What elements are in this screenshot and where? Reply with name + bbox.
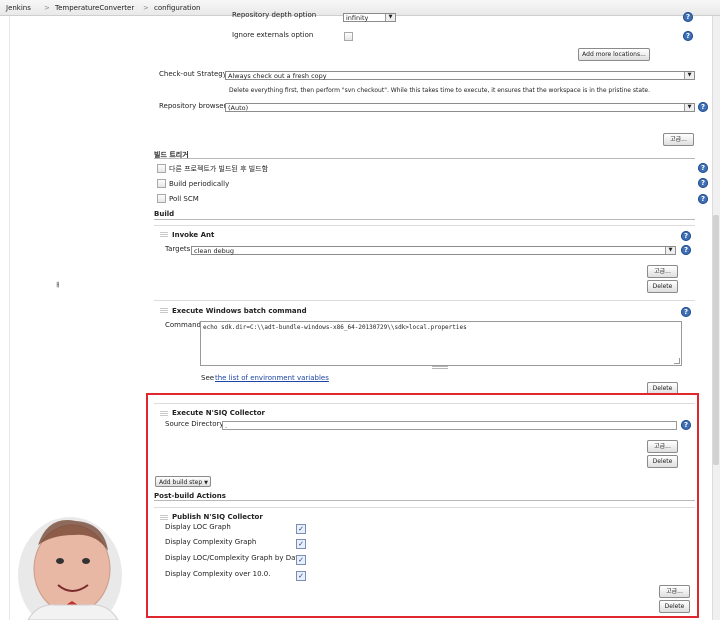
ignore-externals-checkbox[interactable]	[344, 32, 353, 41]
drag-handle-icon[interactable]	[160, 411, 168, 417]
option-loc-complexity-day-checkbox[interactable]: ✓	[296, 555, 306, 565]
nsiq-delete-button[interactable]: Delete	[647, 455, 678, 468]
chevron-down-icon: ▼	[665, 247, 675, 254]
trigger-poll-scm-label: Poll SCM	[169, 195, 199, 203]
help-icon[interactable]: ?	[683, 12, 693, 22]
env-see-label: See	[201, 374, 215, 382]
help-icon[interactable]: ?	[698, 194, 708, 204]
step-divider	[154, 507, 695, 508]
section-divider	[154, 500, 695, 501]
step-divider	[154, 225, 695, 226]
option-loc-graph-checkbox[interactable]: ✓	[296, 524, 306, 534]
help-icon[interactable]: ?	[698, 102, 708, 112]
chevron-down-icon: ▼	[204, 480, 208, 486]
ignore-externals-label: Ignore externals option	[232, 31, 314, 39]
help-icon[interactable]: ?	[698, 178, 708, 188]
command-label: Command	[165, 321, 201, 329]
source-directory-label: Source Directory	[165, 420, 224, 428]
add-build-step-label: Add build step	[159, 479, 203, 486]
invoke-ant-title: Invoke Ant	[172, 231, 215, 239]
checkout-strategy-select[interactable]: Always check out a fresh copy ▼	[225, 71, 695, 80]
checkout-strategy-description: Delete everything first, then perform "s…	[229, 87, 651, 94]
option-loc-graph-label: Display LOC Graph	[165, 523, 231, 531]
publish-advanced-button[interactable]: 고급...	[659, 585, 690, 598]
post-build-title: Post-build Actions	[154, 492, 226, 500]
env-variables-link[interactable]: the list of environment variables	[215, 374, 329, 382]
add-more-locations-button[interactable]: Add more locations...	[578, 48, 650, 61]
checkout-strategy-label: Check-out Strategy	[159, 70, 227, 78]
breadcrumb-item-project[interactable]: TemperatureConverter	[55, 4, 134, 12]
ant-advanced-button[interactable]: 고급...	[647, 265, 678, 278]
help-icon[interactable]: ?	[698, 163, 708, 173]
batch-command-title: Execute Windows batch command	[172, 307, 307, 315]
option-loc-complexity-day-label: Display LOC/Complexity Graph by Day	[165, 554, 300, 562]
textarea-resize-handle[interactable]	[432, 366, 448, 369]
ant-delete-button[interactable]: Delete	[647, 280, 678, 293]
publish-nsiq-title: Publish N'SIQ Collector	[172, 513, 263, 521]
step-divider	[154, 300, 695, 301]
targets-value: clean debug	[194, 247, 235, 255]
option-complexity-graph-checkbox[interactable]: ✓	[296, 539, 306, 549]
breadcrumb-item-jenkins[interactable]: Jenkins	[6, 4, 31, 12]
trigger-after-other-label: 다른 프로젝트가 빌드된 후 빌드함	[169, 165, 269, 173]
build-title: Build	[154, 210, 175, 218]
section-divider	[154, 219, 695, 220]
targets-input[interactable]: clean debug ▼	[191, 246, 676, 255]
chevron-down-icon: ▼	[385, 14, 395, 21]
add-build-step-button[interactable]: Add build step ▼	[155, 476, 211, 487]
chevron-down-icon: ▼	[684, 72, 694, 79]
help-icon[interactable]: ?	[681, 231, 691, 241]
section-divider	[154, 158, 695, 159]
nsiq-advanced-button[interactable]: 고급...	[647, 440, 678, 453]
option-complexity-graph-label: Display Complexity Graph	[165, 538, 257, 546]
resize-grip-icon[interactable]	[674, 358, 680, 364]
nsiq-collector-title: Execute N'SIQ Collector	[172, 409, 265, 417]
sidebar-mark: ㅐ	[55, 282, 61, 289]
help-icon[interactable]: ?	[681, 307, 691, 317]
repository-depth-select[interactable]: infinity ▼	[343, 13, 396, 22]
repository-browser-label: Repository browser	[159, 102, 227, 110]
trigger-periodic-checkbox[interactable]	[157, 179, 166, 188]
help-icon[interactable]: ?	[681, 245, 691, 255]
breadcrumb-item-configuration[interactable]: configuration	[154, 4, 200, 12]
repository-browser-value: (Auto)	[228, 104, 249, 112]
jenkins-logo	[18, 517, 122, 620]
trigger-poll-scm-checkbox[interactable]	[157, 194, 166, 203]
command-textarea[interactable]: echo sdk.dir=C:\\adt-bundle-windows-x86_…	[200, 321, 682, 366]
checkout-strategy-value: Always check out a fresh copy	[228, 72, 327, 80]
step-divider	[154, 403, 695, 404]
drag-handle-icon[interactable]	[160, 515, 168, 521]
scm-advanced-button[interactable]: 고급...	[663, 133, 694, 146]
help-icon[interactable]: ?	[681, 420, 691, 430]
drag-handle-icon[interactable]	[160, 308, 168, 314]
publish-delete-button[interactable]: Delete	[659, 600, 690, 613]
trigger-periodic-label: Build periodically	[169, 180, 230, 188]
command-value: echo sdk.dir=C:\\adt-bundle-windows-x86_…	[203, 324, 467, 331]
breadcrumb-separator: >	[143, 4, 149, 12]
scrollbar-thumb[interactable]	[713, 215, 719, 465]
repository-browser-select[interactable]: (Auto) ▼	[225, 103, 695, 112]
help-icon[interactable]: ?	[683, 31, 693, 41]
chevron-down-icon: ▼	[684, 104, 694, 111]
drag-handle-icon[interactable]	[160, 232, 168, 238]
source-directory-value: .	[225, 422, 228, 430]
trigger-after-other-checkbox[interactable]	[157, 164, 166, 173]
source-directory-input[interactable]: .	[222, 421, 677, 430]
option-complexity-over-label: Display Complexity over 10.0.	[165, 570, 271, 578]
breadcrumb-separator: >	[44, 4, 50, 12]
repository-depth-label: Repository depth option	[232, 11, 317, 19]
targets-label: Targets	[165, 245, 191, 253]
option-complexity-over-checkbox[interactable]: ✓	[296, 571, 306, 581]
repository-depth-value: infinity	[346, 14, 369, 22]
